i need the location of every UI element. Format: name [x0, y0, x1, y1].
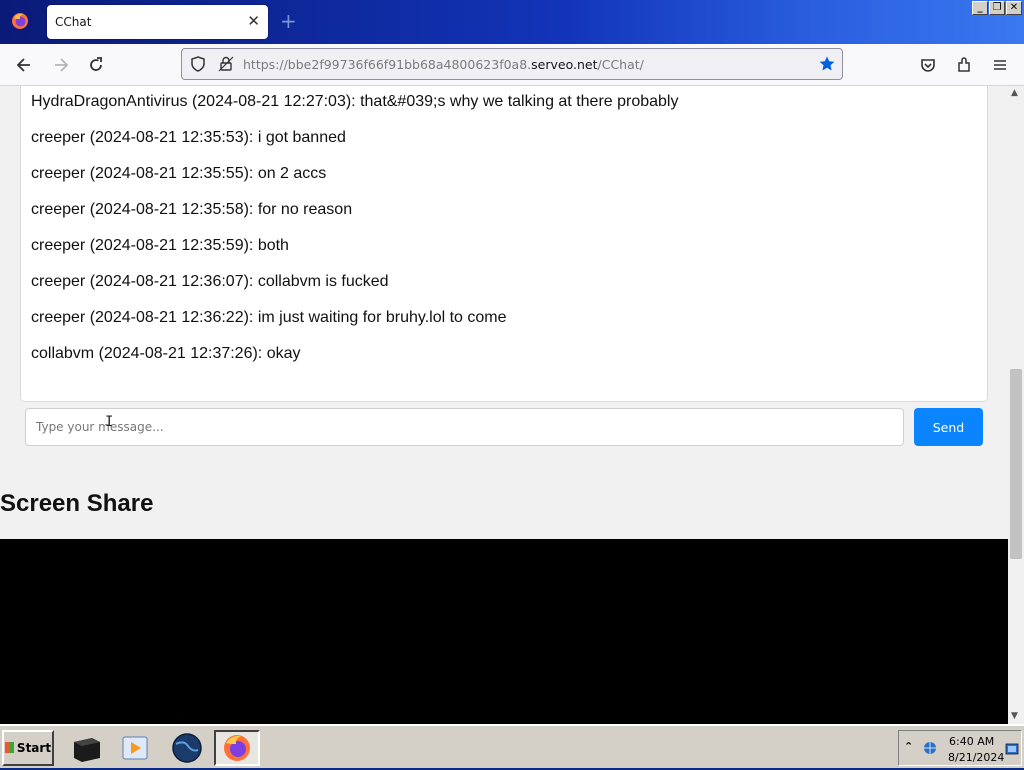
- chat-message: HydraDragonAntivirus (2024-08-21 12:27:0…: [31, 93, 679, 110]
- screen-share-video[interactable]: [0, 539, 1008, 724]
- chat-message: creeper (2024-08-21 12:36:07): collabvm …: [31, 273, 389, 290]
- scrollbar-thumb[interactable]: [1010, 369, 1022, 559]
- globe-icon[interactable]: [166, 730, 208, 766]
- url-path: /CChat/: [597, 57, 644, 72]
- media-player-icon[interactable]: [114, 730, 156, 766]
- windows-logo-icon: [4, 742, 14, 753]
- tray-expand-icon[interactable]: ⌃: [904, 740, 913, 753]
- chat-message: creeper (2024-08-21 12:36:22): im just w…: [31, 309, 507, 326]
- lock-icon[interactable]: [217, 55, 235, 77]
- reload-icon[interactable]: [86, 55, 106, 75]
- firefox-icon[interactable]: [11, 12, 29, 30]
- clock-date[interactable]: 8/21/2024: [948, 751, 1004, 764]
- new-tab-icon[interactable]: +: [280, 11, 297, 31]
- start-label: Start: [16, 741, 52, 755]
- bookmark-star-icon[interactable]: [818, 55, 836, 77]
- scroll-up-icon[interactable]: ▲: [1011, 88, 1018, 98]
- navigation-bar: https://bbe2f99736f66f91bb68a4800623f0a8…: [0, 44, 1024, 86]
- shield-icon[interactable]: [189, 55, 207, 77]
- url-text: https://bbe2f99736f66f91bb68a4800623f0a8…: [243, 57, 644, 72]
- text-cursor-icon: I: [105, 414, 114, 430]
- close-window-button[interactable]: ✕: [1006, 1, 1022, 15]
- tab-close-icon[interactable]: ✕: [247, 13, 260, 29]
- chat-message: creeper (2024-08-21 12:35:53): i got ban…: [31, 129, 346, 146]
- terminal-icon[interactable]: [66, 730, 108, 766]
- scroll-down-icon[interactable]: ▼: [1011, 711, 1018, 721]
- screen-share-heading: Screen Share: [0, 490, 154, 517]
- url-host: serveo.net: [531, 57, 598, 72]
- tab-cchat[interactable]: CChat ✕: [47, 5, 268, 39]
- pocket-icon[interactable]: [918, 55, 938, 75]
- restore-button[interactable]: ❐: [989, 1, 1005, 15]
- menu-icon[interactable]: [990, 55, 1010, 75]
- back-icon[interactable]: [14, 55, 34, 75]
- start-button[interactable]: Start: [2, 730, 54, 766]
- system-tray: ⌃ 6:40 AM 8/21/2024: [898, 730, 1022, 766]
- message-input[interactable]: [25, 408, 904, 446]
- clock-time[interactable]: 6:40 AM: [949, 735, 994, 748]
- network-icon[interactable]: [921, 740, 939, 760]
- forward-icon[interactable]: [51, 55, 71, 75]
- chat-message: creeper (2024-08-21 12:35:58): for no re…: [31, 201, 353, 218]
- volume-icon[interactable]: [1005, 741, 1019, 760]
- chat-message: collabvm (2024-08-21 12:37:26): okay: [31, 345, 301, 362]
- minimize-button[interactable]: _: [972, 1, 988, 15]
- firefox-taskbar-icon[interactable]: [214, 730, 260, 766]
- chat-messages-panel[interactable]: HydraDragonAntivirus (2024-08-21 12:27:0…: [20, 86, 988, 402]
- browser-tab-strip: CChat ✕ + _ ❐ ✕: [0, 0, 1024, 44]
- url-prefix: https://bbe2f99736f66f91bb68a4800623f0a8…: [243, 57, 532, 72]
- tab-title: CChat: [55, 15, 92, 29]
- send-button[interactable]: Send: [914, 408, 983, 446]
- taskbar: Start ⌃ 6:40 AM 8/21/2024: [0, 724, 1024, 768]
- address-bar[interactable]: https://bbe2f99736f66f91bb68a4800623f0a8…: [181, 48, 843, 80]
- chat-message: creeper (2024-08-21 12:35:59): both: [31, 237, 289, 254]
- page-scrollbar[interactable]: ▲ ▼: [1008, 86, 1024, 724]
- extensions-icon[interactable]: [954, 55, 974, 75]
- chat-message: creeper (2024-08-21 12:35:55): on 2 accs: [31, 165, 327, 182]
- page-content: HydraDragonAntivirus (2024-08-21 12:27:0…: [0, 86, 1008, 724]
